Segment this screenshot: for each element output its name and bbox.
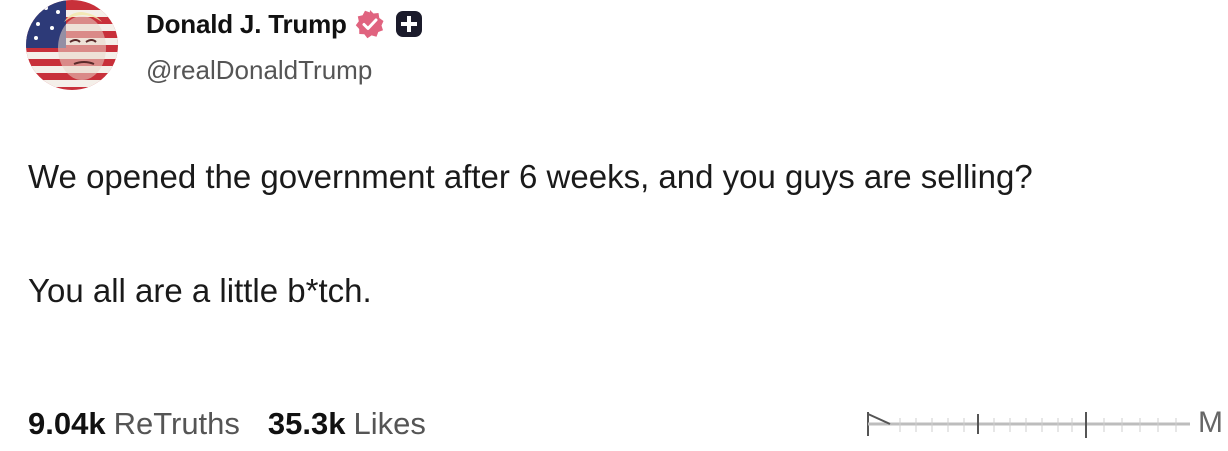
timeline-trailing-letter: M [1198, 406, 1223, 439]
author-name-row: Donald J. Trump [146, 4, 423, 44]
retruths-label: ReTruths [113, 406, 240, 441]
timeline-scrubber [860, 402, 1200, 442]
author-avatar[interactable] [26, 0, 118, 90]
author-display-name[interactable]: Donald J. Trump [146, 9, 347, 40]
flag-portrait-avatar-icon [26, 0, 118, 90]
likes-stat[interactable]: 35.3k Likes [268, 406, 426, 442]
likes-label: Likes [353, 406, 426, 441]
truth-post: Donald J. Trump @realDonaldTrump We open… [0, 0, 1228, 451]
post-paragraph: You all are a little b*tch. [28, 272, 372, 309]
author-handle[interactable]: @realDonaldTrump [146, 55, 372, 86]
post-stats: 9.04k ReTruths 35.3k Likes [28, 406, 426, 442]
post-paragraph: We opened the government after 6 weeks, … [28, 158, 1033, 195]
plus-badge-icon [395, 10, 423, 38]
retruths-count: 9.04k [28, 406, 106, 441]
retruths-stat[interactable]: 9.04k ReTruths [28, 406, 240, 442]
verified-badge-icon [355, 9, 385, 39]
timeline-ticks-icon [867, 412, 1190, 438]
post-body: We opened the government after 6 weeks, … [28, 148, 1198, 319]
likes-count: 35.3k [267, 406, 346, 441]
